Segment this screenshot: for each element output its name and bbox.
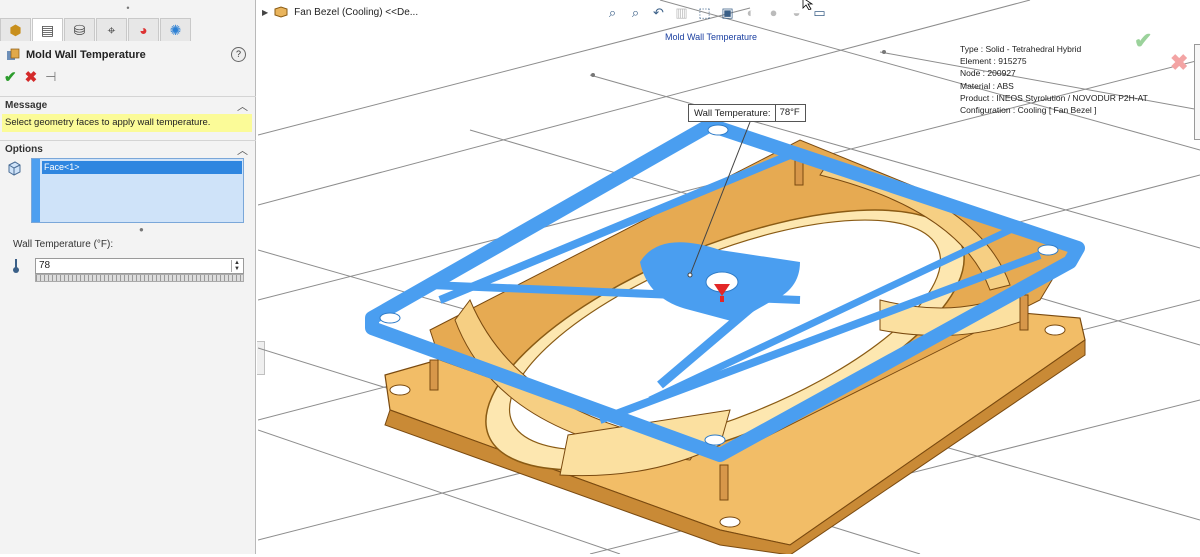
zoom-to-fit-icon[interactable]: ⌕: [604, 4, 621, 21]
pin-icon[interactable]: ⊣: [45, 69, 56, 85]
grid-vertex: [591, 73, 595, 77]
ok-button[interactable]: ✔: [4, 68, 17, 86]
mold-wall-temperature-icon: [7, 48, 20, 60]
property-manager-panel: • ⬢ ▤ ⛁ ⌖ ◕ ✺ Mold Wall Temperature ? ✔ …: [0, 0, 256, 554]
part-icon: [274, 6, 288, 18]
panel-grip[interactable]: •: [0, 0, 256, 16]
selection-active-bar: [32, 159, 40, 222]
previous-view-icon[interactable]: ↶: [650, 4, 667, 21]
expand-arrow-icon[interactable]: ▶: [262, 8, 268, 17]
property-manager-tab[interactable]: ▤: [32, 18, 63, 41]
wall-temperature-label: Wall Temperature (°F):: [13, 239, 114, 250]
options-section-label: Options: [5, 144, 43, 155]
thermometer-icon: [13, 259, 19, 273]
section-view-icon[interactable]: ▥: [673, 4, 690, 21]
info-configuration: Configuration : Cooling [ Fan Bezel ]: [960, 105, 1097, 116]
dimxpert-icon: ⌖: [107, 21, 116, 38]
simulation-icon: ✺: [169, 21, 182, 38]
heads-up-toolbar: ⌕ ⌕ ↶ ▥ ⬚ ▣ ◐ ● ◒ ▭: [604, 4, 828, 21]
edit-appearance-icon[interactable]: ●: [765, 4, 782, 21]
hide-show-icon[interactable]: ◐: [742, 4, 759, 21]
help-button[interactable]: ?: [231, 47, 246, 62]
view-orientation-icon[interactable]: ⬚: [696, 4, 713, 21]
feature-manager-icon: ⬢: [9, 21, 22, 38]
configuration-manager-icon: ⛁: [73, 21, 86, 38]
wall-temperature-callout[interactable]: Wall Temperature: 78°F: [688, 104, 806, 122]
face-selection-icon: [8, 161, 21, 176]
feature-manager-tab[interactable]: ⬢: [0, 18, 31, 41]
chevron-up-icon[interactable]: ︿: [237, 98, 248, 114]
fan-bezel-part: [384, 139, 1086, 556]
simulation-tab[interactable]: ✺: [160, 18, 191, 41]
property-manager-header: Mold Wall Temperature ?: [0, 44, 256, 66]
cancel-button[interactable]: ✖: [25, 68, 38, 86]
wall-temperature-slider[interactable]: [35, 274, 244, 282]
list-item[interactable]: Face<1>: [42, 161, 242, 174]
pm-actions: ✔ ✖ ⊣: [4, 68, 56, 86]
message-section-header[interactable]: Message ︿: [0, 96, 256, 115]
spin-arrows[interactable]: ▲ ▼: [231, 260, 242, 272]
confirm-corner-ok-icon[interactable]: ✔: [1134, 28, 1152, 54]
property-manager-icon: ▤: [40, 21, 55, 38]
list-resize-handle[interactable]: ●: [139, 225, 144, 234]
display-manager-tab[interactable]: ◕: [128, 18, 159, 41]
options-section-header[interactable]: Options ︿: [0, 140, 256, 159]
callout-value: 78°F: [774, 105, 800, 121]
chevron-up-icon[interactable]: ︿: [237, 142, 248, 158]
task-pane-tab[interactable]: [1194, 44, 1200, 140]
display-style-icon[interactable]: ▣: [719, 4, 736, 21]
display-manager-icon: ◕: [139, 22, 148, 38]
feature-tree-flyout[interactable]: ▶ Fan Bezel (Cooling) <<De...: [262, 6, 418, 18]
info-material: Material : ABS: [960, 80, 1014, 91]
part-tree-label: Fan Bezel (Cooling) <<De...: [294, 6, 419, 18]
dimxpert-tab[interactable]: ⌖: [96, 18, 127, 41]
viewport-title: Mold Wall Temperature: [665, 32, 758, 42]
page-title: Mold Wall Temperature: [26, 49, 146, 61]
message-text: Select geometry faces to apply wall temp…: [2, 114, 252, 132]
message-section-label: Message: [5, 100, 48, 111]
confirm-corner-cancel-icon[interactable]: ✖: [1170, 50, 1188, 76]
face-selection-list[interactable]: Face<1>: [31, 158, 244, 223]
info-product: Product : INEOS Styrolution / NOVODUR P2…: [960, 92, 1148, 103]
model-info: Type : Solid - Tetrahedral Hybrid Elemen…: [960, 43, 1148, 116]
info-type: Type : Solid - Tetrahedral Hybrid: [960, 44, 1082, 54]
wall-temperature-value: 78: [39, 260, 51, 271]
callout-anchor: [687, 272, 693, 278]
info-element: Element : 915275: [960, 56, 1027, 67]
callout-label: Wall Temperature:: [694, 107, 771, 119]
wall-temperature-input[interactable]: 78 ▲ ▼: [35, 258, 244, 274]
manager-tabs: ⬢ ▤ ⛁ ⌖ ◕ ✺: [0, 18, 192, 42]
zoom-area-icon[interactable]: ⌕: [627, 4, 644, 21]
info-node: Node : 200927: [960, 68, 1016, 79]
grid-vertex: [882, 50, 886, 54]
mouse-cursor-icon: [802, 0, 814, 10]
configuration-manager-tab[interactable]: ⛁: [64, 18, 95, 41]
